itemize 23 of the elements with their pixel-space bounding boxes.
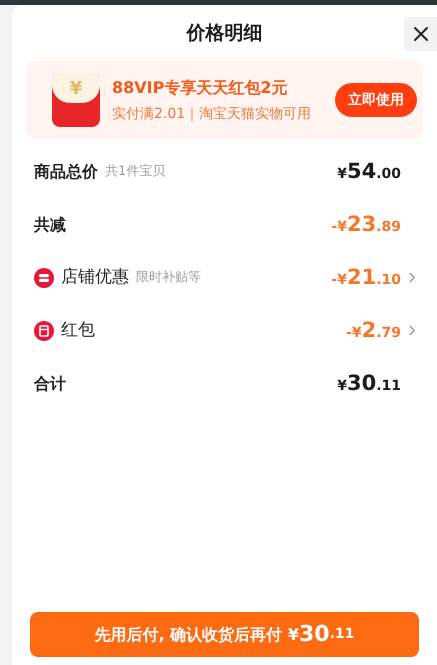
row-label: 合计 xyxy=(34,372,66,394)
close-button[interactable] xyxy=(404,17,437,51)
use-now-button[interactable]: 立即使用 xyxy=(335,83,417,117)
chevron-right-icon[interactable] xyxy=(409,272,415,283)
row-amount: -¥2.79 xyxy=(346,316,401,344)
row-amount: -¥21.10 xyxy=(331,264,401,291)
row-amount: ¥30.11 xyxy=(337,370,401,397)
row-label: 共减 xyxy=(34,214,66,236)
shop-icon xyxy=(34,268,54,288)
envelope-icon xyxy=(34,320,54,340)
row-label: 红包 xyxy=(61,318,95,342)
chevron-right-icon[interactable] xyxy=(409,325,415,336)
row-amount: -¥23.89 xyxy=(331,210,401,238)
close-icon xyxy=(412,26,428,42)
promo-subtitle: 实付满2.01｜淘宝天猫实物可用 xyxy=(112,104,312,124)
promo-title: 88VIP专享天天红包2元 xyxy=(112,76,288,98)
row-note: 共1件宝贝 xyxy=(105,162,166,181)
sheet-title: 价格明细 xyxy=(186,20,262,46)
currency-symbol: ¥ xyxy=(70,76,82,100)
row-note: 限时补贴等 xyxy=(136,268,201,287)
row-label: 商品总价 xyxy=(34,160,98,182)
row-label: 店铺优惠 xyxy=(61,266,129,289)
row-amount: ¥54.00 xyxy=(337,158,401,185)
